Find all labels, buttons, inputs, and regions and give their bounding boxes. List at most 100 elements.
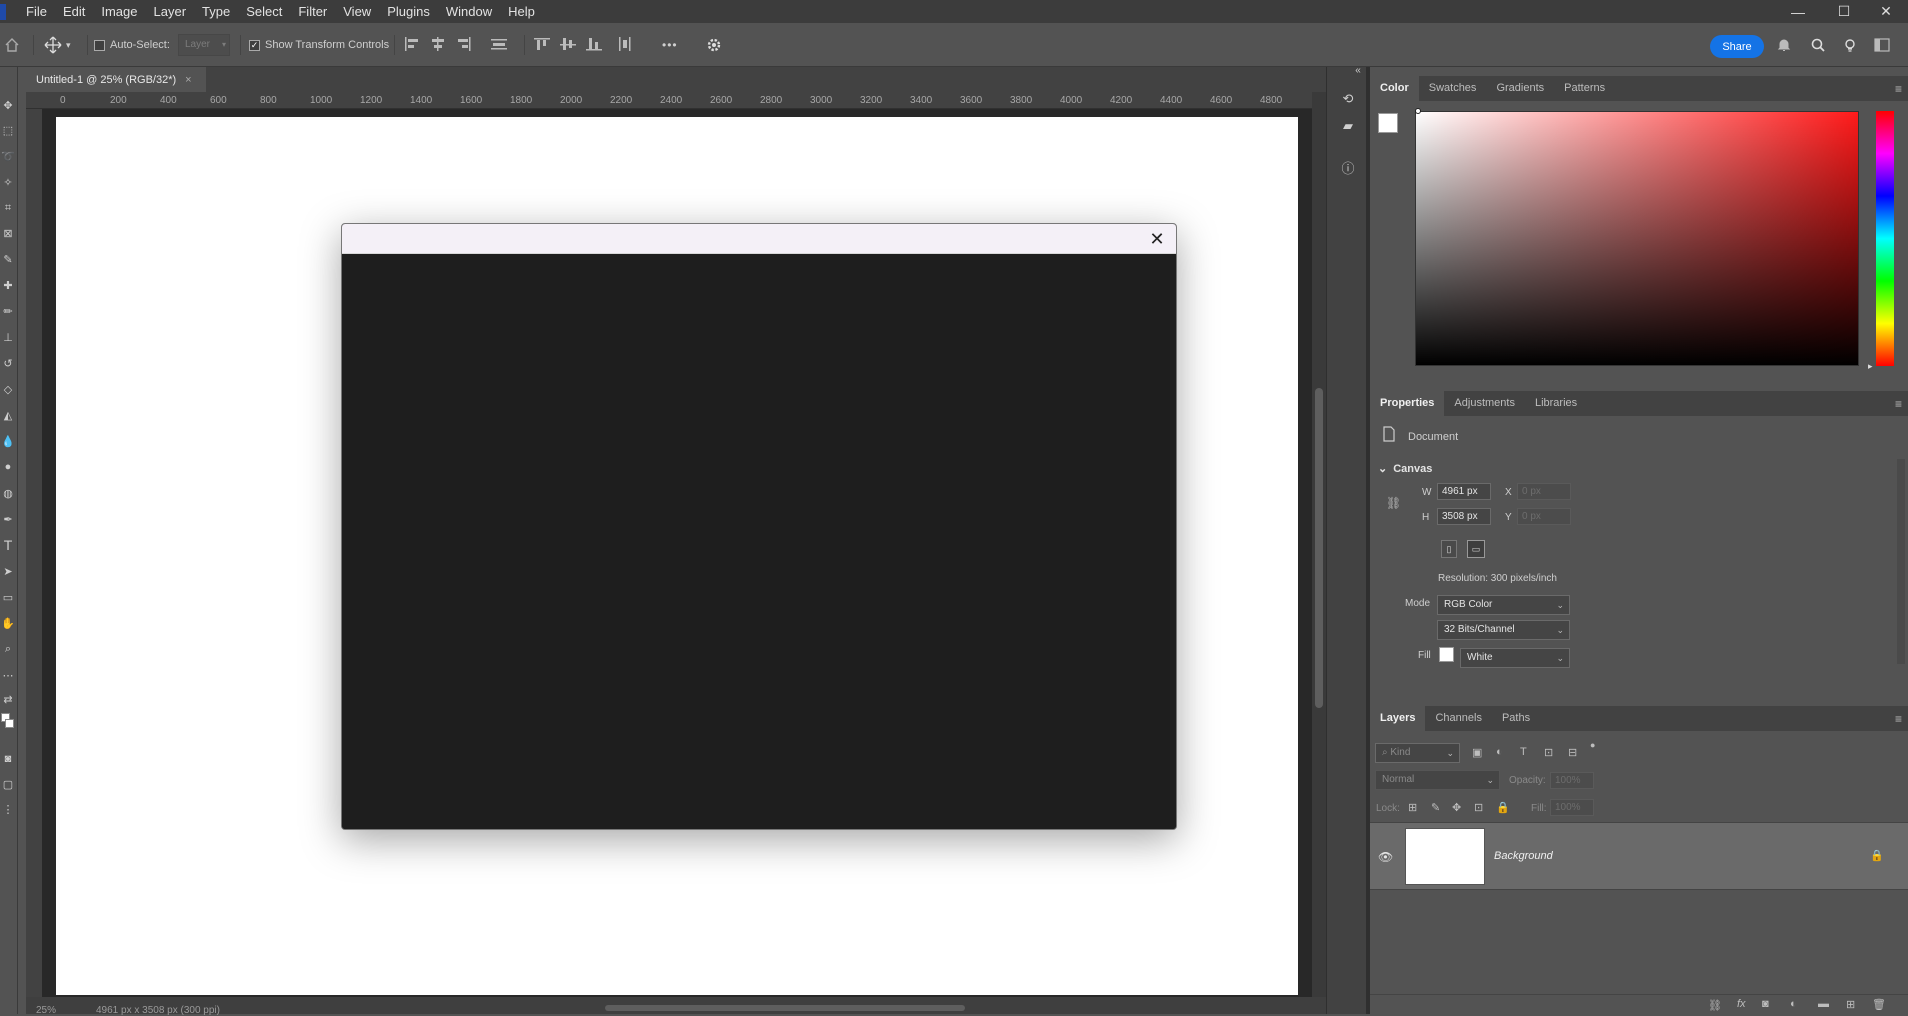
tab-layers[interactable]: Layers <box>1370 706 1426 731</box>
align-middle-icon[interactable] <box>560 37 576 54</box>
fill-color-swatch[interactable] <box>1439 647 1454 662</box>
lock-brush-icon[interactable]: ✎ <box>1431 801 1440 814</box>
lasso-tool-icon[interactable]: ➰ <box>0 147 16 165</box>
menu-filter[interactable]: Filter <box>290 0 335 23</box>
clone-stamp-icon[interactable]: ⊥ <box>0 328 16 346</box>
landscape-orientation-button[interactable]: ▭ <box>1467 540 1485 558</box>
tab-paths[interactable]: Paths <box>1492 706 1540 731</box>
filter-shape-icon[interactable]: ⊡ <box>1544 746 1553 759</box>
lightbulb-icon[interactable] <box>1842 23 1858 67</box>
adjustment-layer-icon[interactable]: ◐ <box>1790 998 1797 1010</box>
color-mode-select[interactable]: RGB Color ⌄ <box>1437 595 1570 615</box>
layer-name[interactable]: Background <box>1494 850 1553 862</box>
filter-type-icon[interactable]: T <box>1520 746 1527 758</box>
color-field[interactable] <box>1415 111 1859 366</box>
marquee-tool-icon[interactable]: ⬚ <box>0 121 16 139</box>
healing-brush-icon[interactable]: ✚ <box>0 276 16 294</box>
auto-select-checkbox[interactable]: Auto-Select: <box>94 23 170 67</box>
search-icon[interactable] <box>1810 23 1826 67</box>
portrait-orientation-button[interactable]: ▯ <box>1441 540 1457 558</box>
width-input[interactable]: 4961 px <box>1437 483 1491 500</box>
magic-wand-icon[interactable]: ✧ <box>0 173 16 191</box>
menu-window[interactable]: Window <box>438 0 500 23</box>
menu-view[interactable]: View <box>335 0 379 23</box>
layer-filter-kind[interactable]: ⌕ Kind ⌄ <box>1375 743 1460 763</box>
menu-edit[interactable]: Edit <box>55 0 93 23</box>
panel-menu-icon[interactable]: ≡ <box>1895 397 1902 411</box>
home-icon[interactable] <box>4 23 20 67</box>
tab-swatches[interactable]: Swatches <box>1419 76 1487 101</box>
close-tab-icon[interactable]: × <box>185 74 191 86</box>
auto-select-check-box[interactable] <box>94 39 105 51</box>
add-mask-icon[interactable]: ◙ <box>1762 998 1769 1010</box>
move-tool-icon[interactable]: ✥ <box>0 96 16 114</box>
align-center-h-icon[interactable] <box>430 36 446 54</box>
screen-mode-icon[interactable]: ▢ <box>0 775 16 793</box>
menu-layer[interactable]: Layer <box>146 0 195 23</box>
canvas-section-header[interactable]: ⌄ Canvas <box>1378 462 1432 475</box>
show-transform-checkbox[interactable]: ✓ Show Transform Controls <box>249 23 389 67</box>
lock-artboard-icon[interactable]: ⊡ <box>1474 801 1483 814</box>
align-right-icon[interactable] <box>456 36 472 54</box>
eye-icon[interactable]: 👁 <box>1378 850 1393 864</box>
filter-toggle-icon[interactable]: ● <box>1590 740 1595 750</box>
opacity-input[interactable]: 100% <box>1550 772 1594 789</box>
move-tool-icon[interactable]: ▾ <box>44 23 71 67</box>
fill-select[interactable]: White ⌄ <box>1460 648 1570 668</box>
app-logo[interactable] <box>0 3 6 20</box>
tab-channels[interactable]: Channels <box>1425 706 1491 731</box>
gradient-tool-icon[interactable]: ◭ <box>0 406 16 424</box>
gear-icon[interactable] <box>706 23 722 67</box>
menu-file[interactable]: File <box>18 0 55 23</box>
lock-all-icon[interactable]: 🔒 <box>1496 801 1510 814</box>
history-icon[interactable]: ⟲ <box>1338 89 1358 109</box>
dodge-tool-icon[interactable]: ● <box>0 458 16 476</box>
maximize-button[interactable]: ☐ <box>1822 0 1866 23</box>
lock-transparent-icon[interactable]: ⊞ <box>1408 801 1417 814</box>
show-transform-check-box[interactable]: ✓ <box>249 39 260 51</box>
close-icon[interactable]: ✕ <box>1146 228 1168 250</box>
eyedropper-icon[interactable]: ✎ <box>0 250 16 268</box>
vertical-scrollbar-thumb[interactable] <box>1315 388 1323 708</box>
document-tab[interactable]: Untitled-1 @ 25% (RGB/32*) × <box>26 67 206 92</box>
align-top-icon[interactable] <box>534 37 550 54</box>
layer-thumbnail[interactable] <box>1405 828 1485 885</box>
share-button[interactable]: Share <box>1710 35 1764 58</box>
align-left-icon[interactable] <box>404 36 420 54</box>
hue-slider[interactable] <box>1876 111 1894 366</box>
eraser-icon[interactable]: ◇ <box>0 380 16 398</box>
foreground-swatch[interactable] <box>1378 113 1398 133</box>
close-window-button[interactable]: ✕ <box>1864 0 1908 23</box>
auto-select-target-dropdown[interactable]: Layer ▾ <box>178 23 230 67</box>
more-options-button[interactable]: ••• <box>662 23 678 67</box>
workspace-icon[interactable] <box>1874 23 1890 67</box>
panel-menu-icon[interactable]: ≡ <box>1895 82 1902 96</box>
bit-depth-select[interactable]: 32 Bits/Channel ⌄ <box>1437 620 1570 640</box>
more-tools-icon[interactable]: ⋯ <box>0 666 16 684</box>
chevron-down-icon[interactable]: ▾ <box>66 40 71 51</box>
history-brush-icon[interactable]: ↺ <box>0 354 16 372</box>
link-layers-icon[interactable]: ⛓ <box>1708 999 1722 1012</box>
filter-adjustment-icon[interactable]: ◐ <box>1496 746 1503 758</box>
trash-icon[interactable]: 🗑 <box>1872 998 1886 1011</box>
path-selection-icon[interactable]: ➤ <box>0 562 16 580</box>
menu-type[interactable]: Type <box>194 0 238 23</box>
new-layer-icon[interactable]: ⊞ <box>1846 998 1855 1011</box>
blur-tool-icon[interactable]: 💧 <box>0 432 16 450</box>
y-input[interactable]: 0 px <box>1517 508 1571 525</box>
filter-pixel-icon[interactable]: ▣ <box>1472 746 1482 759</box>
frame-tool-icon[interactable]: ⊠ <box>0 224 16 242</box>
menu-select[interactable]: Select <box>238 0 290 23</box>
color-picker-marker[interactable] <box>1415 108 1421 114</box>
fx-icon[interactable]: fx <box>1737 998 1746 1010</box>
tab-patterns[interactable]: Patterns <box>1554 76 1615 101</box>
bell-icon[interactable] <box>1776 23 1792 67</box>
pen-tool-icon[interactable]: ✒ <box>0 510 16 528</box>
edit-toolbar-icon[interactable]: ⋮ <box>0 800 16 818</box>
lock-position-icon[interactable]: ✥ <box>1452 801 1461 814</box>
menu-help[interactable]: Help <box>500 0 543 23</box>
crop-tool-icon[interactable]: ⌗ <box>0 199 16 217</box>
collapse-dock-icon[interactable]: « <box>1348 60 1368 80</box>
menu-image[interactable]: Image <box>93 0 145 23</box>
layer-lock-icon[interactable]: 🔒 <box>1870 849 1884 862</box>
